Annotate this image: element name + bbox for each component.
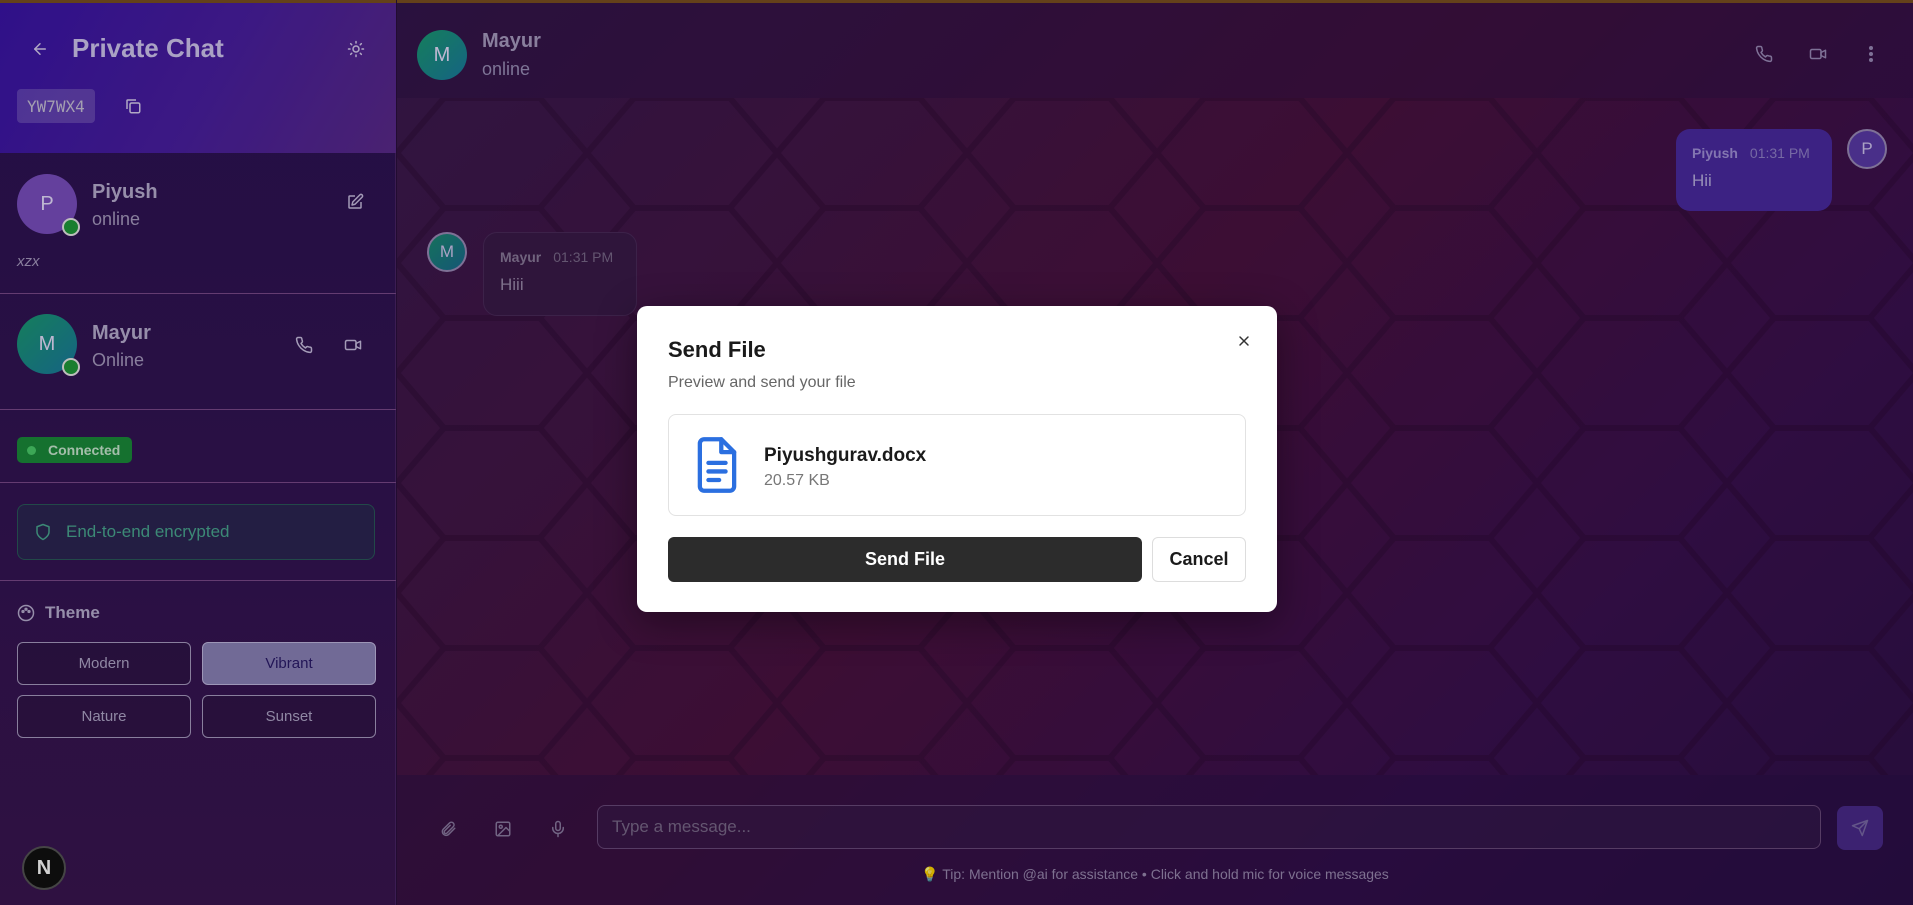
send-file-button[interactable]: Send File bbox=[668, 537, 1142, 582]
cancel-button[interactable]: Cancel bbox=[1152, 537, 1246, 582]
dialog-subtitle: Preview and send your file bbox=[668, 374, 856, 391]
send-file-dialog: Send File Preview and send your file Piy… bbox=[637, 306, 1277, 612]
file-preview: Piyushgurav.docx 20.57 KB bbox=[668, 414, 1246, 516]
file-name: Piyushgurav.docx bbox=[764, 445, 927, 466]
dialog-title: Send File bbox=[668, 337, 766, 362]
close-icon[interactable] bbox=[1229, 326, 1259, 356]
file-size: 20.57 KB bbox=[764, 472, 830, 489]
document-icon bbox=[691, 435, 743, 500]
